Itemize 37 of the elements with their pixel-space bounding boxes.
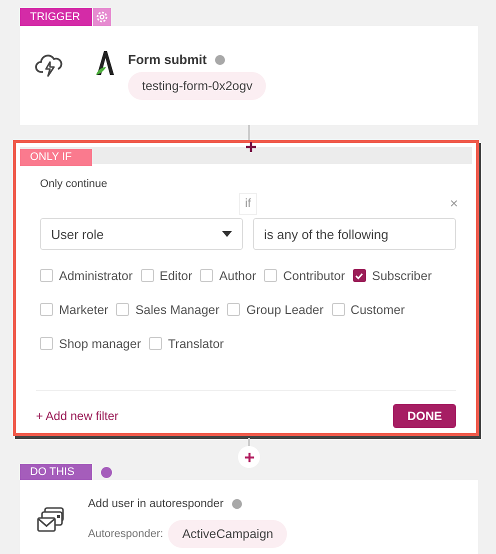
condition-tag: ONLY IF <box>20 149 92 166</box>
action-title: Add user in autoresponder <box>88 498 224 510</box>
action-tag: DO THIS <box>20 464 92 480</box>
trigger-title: Form submit <box>128 52 207 67</box>
checkbox-label: Marketer <box>59 302 108 316</box>
done-button[interactable]: DONE <box>393 404 456 428</box>
autoresponder-label: Autoresponder: <box>88 528 164 540</box>
add-filter-link[interactable]: + Add new filter <box>36 409 118 423</box>
checkbox-label: Group Leader <box>246 302 324 316</box>
field-dropdown[interactable]: User role <box>40 218 243 250</box>
trigger-tag: TRIGGER <box>20 8 92 26</box>
checkbox-label: Customer <box>350 302 405 316</box>
caret-icon <box>222 231 232 237</box>
info-icon[interactable] <box>101 466 112 478</box>
checkbox[interactable] <box>352 269 366 282</box>
settings-icon[interactable] <box>93 8 111 26</box>
info-icon[interactable] <box>232 499 242 509</box>
checkbox-label: Editor <box>160 268 192 282</box>
autoresponder-chip[interactable]: ActiveCampaign <box>168 520 288 548</box>
plus-icon <box>244 452 254 462</box>
checkbox-label: Contributor <box>283 268 345 282</box>
envelopes-icon <box>37 506 67 534</box>
plus-icon[interactable] <box>245 141 257 153</box>
checkbox-label: Author <box>219 268 256 282</box>
check-icon <box>354 270 364 280</box>
checkbox-label: Subscriber <box>372 268 432 282</box>
condition-heading: Only continue <box>40 178 108 190</box>
form-chip[interactable]: testing-form-0x2ogv <box>128 72 266 100</box>
checkbox-label: Shop manager <box>59 336 142 350</box>
add-step-button[interactable] <box>238 446 260 468</box>
operator-label: if <box>239 193 257 215</box>
checkbox-label: Sales Manager <box>135 302 220 316</box>
logo-icon <box>94 50 116 76</box>
checkbox-label: Translator <box>168 336 224 350</box>
checkbox-label: Administrator <box>59 268 133 282</box>
comparison-field[interactable]: is any of the following <box>253 218 456 250</box>
info-icon[interactable] <box>214 54 225 64</box>
